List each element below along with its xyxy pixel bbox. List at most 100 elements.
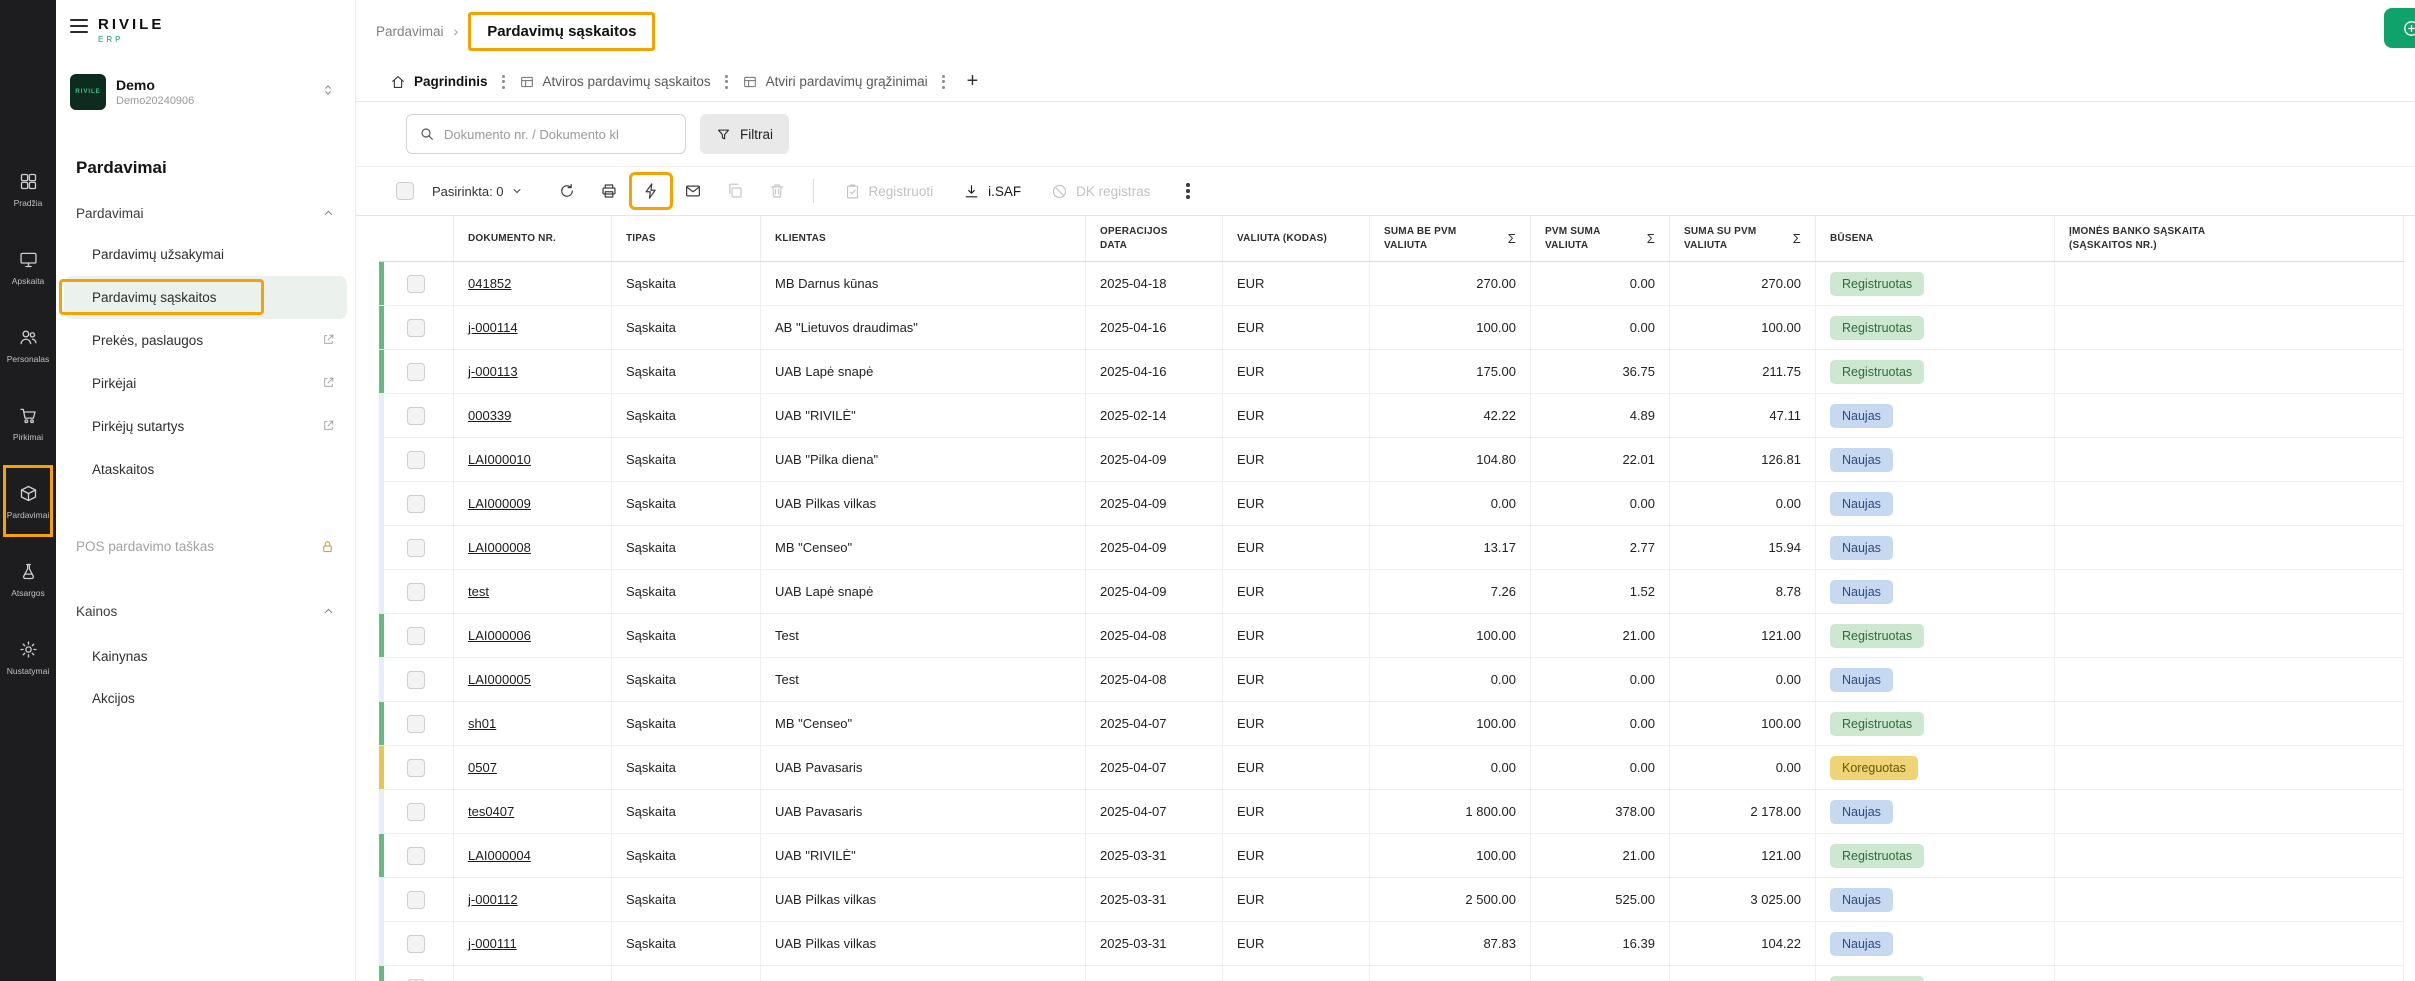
hamburger-icon[interactable] [70,16,88,33]
sidebar-item-ataskaitos[interactable]: Ataskaitos [56,448,355,491]
rail-item-pirkimai[interactable]: Pirkimai [0,384,56,462]
row-checkbox[interactable] [407,715,425,733]
header-pvm-suma[interactable]: PVM SUMA VALIUTAΣ [1531,216,1670,261]
row-checkbox[interactable] [407,275,425,293]
row-checkbox[interactable] [407,407,425,425]
document-link[interactable]: j-000111 [468,936,517,951]
tab-kebab-icon[interactable] [496,75,511,89]
header-tipas[interactable]: TIPAS [612,216,761,261]
tab-kebab-icon[interactable] [719,75,734,89]
row-checkbox[interactable] [407,539,425,557]
selected-count-dropdown[interactable]: Pasirinkta: 0 [432,184,523,199]
document-link[interactable]: tes0407 [468,804,514,819]
header-imones-banko[interactable]: ĮMONĖS BANKO SĄSKAITA (SĄSKAITOS NR.) [2055,216,2404,261]
sidebar-item-kainynas[interactable]: Kainynas [56,635,355,677]
row-checkbox[interactable] [407,891,425,909]
table-row[interactable]: LAI000008 Sąskaita MB "Censeo" 2025-04-0… [379,526,2404,570]
document-link[interactable]: LAI000009 [468,496,531,511]
document-link[interactable]: LAI000010 [468,452,531,467]
sum-icon[interactable]: Σ [1793,230,1801,248]
header-operacijos-data[interactable]: OPERACIJOS DATA [1086,216,1223,261]
sum-icon[interactable]: Σ [1647,230,1655,248]
sum-icon[interactable]: Σ [1508,230,1516,248]
rail-item-pradzia[interactable]: Pradžia [0,150,56,228]
document-link[interactable]: LAI000008 [468,540,531,555]
rail-item-personalas[interactable]: Personalas [0,306,56,384]
email-button[interactable] [675,176,711,206]
add-tab-button[interactable]: + [967,70,979,93]
table-row[interactable]: tes0407 Sąskaita UAB Pavasaris 2025-04-0… [379,790,2404,834]
row-checkbox[interactable] [407,583,425,601]
row-checkbox[interactable] [407,847,425,865]
rail-item-nustatymai[interactable]: Nustatymai [0,618,56,696]
breadcrumb-parent[interactable]: Pardavimai [376,24,444,39]
sidebar-item-akcijos[interactable]: Akcijos [56,677,355,719]
row-checkbox[interactable] [407,803,425,821]
document-link[interactable]: 041852 [468,276,511,291]
table-row[interactable]: LAI000004 Sąskaita UAB "RIVILĖ" 2025-03-… [379,834,2404,878]
table-row[interactable]: 000339 Sąskaita UAB "RIVILĖ" 2025-02-14 … [379,394,2404,438]
tab-atviros-saskaitos[interactable]: Atviros pardavimų sąskaitos [511,62,719,101]
table-row[interactable]: j-000113 Sąskaita UAB Lapė snapė 2025-04… [379,350,2404,394]
document-link[interactable]: test [468,584,489,599]
table-row[interactable]: sh01 Sąskaita MB "Censeo" 2025-04-07 EUR… [379,702,2404,746]
row-checkbox[interactable] [407,759,425,777]
company-selector[interactable]: RIVILE Demo Demo20240906 [70,74,341,110]
table-row[interactable]: j-000111 Sąskaita UAB Pilkas vilkas 2025… [379,922,2404,966]
copy-button[interactable] [717,176,753,206]
rail-item-pardavimai[interactable]: Pardavimai [0,462,56,540]
document-link[interactable]: 000339 [468,408,511,423]
table-row[interactable]: 0507 Sąskaita UAB Pavasaris 2025-04-07 E… [379,746,2404,790]
register-button[interactable]: Registruoti [844,183,934,200]
row-checkbox[interactable] [407,363,425,381]
sidebar-item-prekes-paslaugos[interactable]: Prekės, paslaugos [56,319,355,362]
chevron-updown-icon[interactable] [321,83,335,102]
sidebar-group-pardavimai[interactable]: Pardavimai [76,206,335,221]
dk-registras-button[interactable]: DK registras [1051,183,1150,200]
header-dokumento-nr[interactable]: DOKUMENTO NR. [454,216,612,261]
header-valiuta[interactable]: VALIUTA (KODAS) [1223,216,1370,261]
rail-item-atsargos[interactable]: Atsargos [0,540,56,618]
rail-item-apskaita[interactable]: Apskaita [0,228,56,306]
document-link[interactable]: LAI000004 [468,848,531,863]
document-link[interactable]: sh01 [468,716,496,731]
header-busena[interactable]: BŪSENA [1816,216,2055,261]
table-row[interactable]: LAI000009 Sąskaita UAB Pilkas vilkas 202… [379,482,2404,526]
print-button[interactable] [591,176,627,206]
tab-pagrindinis[interactable]: Pagrindinis [382,62,496,101]
filter-button[interactable]: Filtrai [700,114,789,154]
table-row[interactable]: LAI000006 Sąskaita Test 2025-04-08 EUR 1… [379,614,2404,658]
document-link[interactable]: j-000112 [468,892,518,907]
search-input[interactable] [444,127,673,142]
tab-kebab-icon[interactable] [936,75,951,89]
row-checkbox[interactable] [407,627,425,645]
row-checkbox[interactable] [407,495,425,513]
create-button[interactable]: Su [2384,8,2415,48]
row-checkbox[interactable] [407,935,425,953]
table-row[interactable]: 041852 Sąskaita MB Darnus kūnas 2025-04-… [379,262,2404,306]
row-checkbox[interactable] [407,319,425,337]
table-row[interactable]: j-000112 Sąskaita UAB Pilkas vilkas 2025… [379,878,2404,922]
document-link[interactable]: LAI000006 [468,628,531,643]
header-klientas[interactable]: KLIENTAS [761,216,1086,261]
document-link[interactable]: j-000113 [468,364,518,379]
table-row[interactable]: j-000114 Sąskaita AB "Lietuvos draudimas… [379,306,2404,350]
quick-actions-button[interactable] [633,176,669,206]
sidebar-item-pirkeju-sutartys[interactable]: Pirkėjų sutartys [56,405,355,448]
row-checkbox[interactable] [407,671,425,689]
sidebar-item-pardavimu-uzsakymai[interactable]: Pardavimų užsakymai [56,233,355,276]
header-suma-be-pvm[interactable]: SUMA BE PVM VALIUTAΣ [1370,216,1531,261]
table-row[interactable]: j-000110 Sąskaita AB "Lietuvos draudimas… [379,966,2404,981]
document-link[interactable]: 0507 [468,760,497,775]
document-link[interactable]: j-000114 [468,320,518,335]
select-all-checkbox[interactable] [396,182,414,200]
row-checkbox[interactable] [407,451,425,469]
table-row[interactable]: LAI000010 Sąskaita UAB "Pilka diena" 202… [379,438,2404,482]
table-row[interactable]: LAI000005 Sąskaita Test 2025-04-08 EUR 0… [379,658,2404,702]
sidebar-item-pardavimu-saskaitos[interactable]: Pardavimų sąskaitos [64,276,347,319]
sidebar-group-kainos[interactable]: Kainos [76,604,335,619]
refresh-button[interactable] [549,176,585,206]
isaf-button[interactable]: i.SAF [963,183,1021,200]
header-suma-su-pvm[interactable]: SUMA SU PVM VALIUTAΣ [1670,216,1816,261]
more-actions-kebab-icon[interactable] [1178,179,1198,203]
